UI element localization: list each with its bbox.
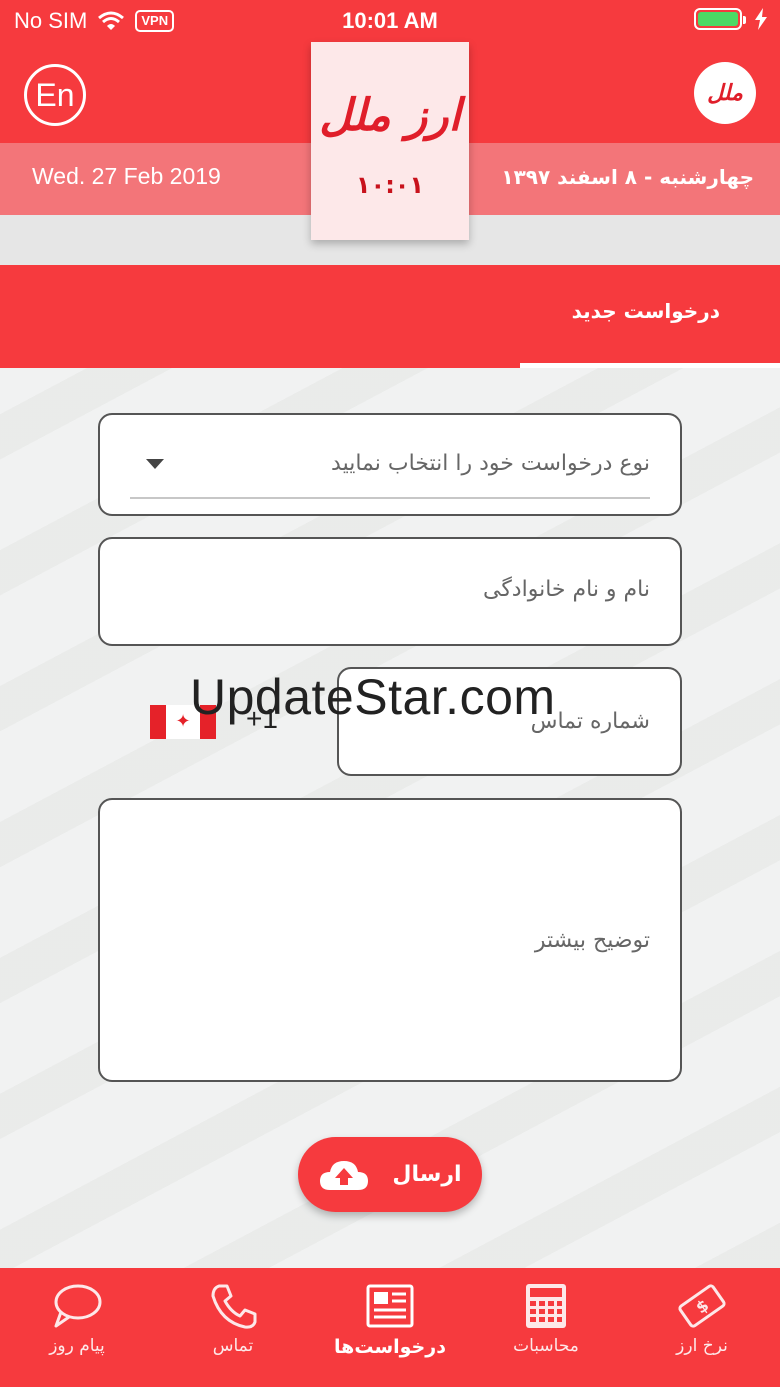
logo-clock: ۱۰:۰۱ [355,171,425,199]
brand-logo-badge: ملل [694,62,756,124]
description-placeholder: توضیح بیشتر [534,928,650,953]
nav-item-contact[interactable]: تماس [168,1282,298,1382]
full-name-input[interactable]: نام و نام خانوادگی [98,537,682,646]
brand-logo-card: ارز ملل ۱۰:۰۱ [311,42,469,240]
nav-label-requests: درخواست‌ها [334,1336,446,1358]
request-type-placeholder: نوع درخواست خود را انتخاب نمایید [331,451,650,476]
tab-new-request-label: درخواست جدید [571,299,720,323]
nav-item-requests[interactable]: درخواست‌ها [325,1282,455,1382]
nav-label-calculations: محاسبات [513,1336,579,1356]
document-icon [366,1284,414,1328]
gregorian-date: Wed. 27 Feb 2019 [32,163,221,189]
nav-item-daily-message[interactable]: پیام روز [12,1282,142,1382]
nav-item-calculations[interactable]: محاسبات [481,1282,611,1382]
nav-label-exchange-rates: نرخ ارز [676,1336,728,1356]
request-form-area: نوع درخواست خود را انتخاب نمایید نام و ن… [0,368,780,1268]
language-toggle-button[interactable]: En [24,64,86,126]
cloud-upload-icon [320,1160,369,1190]
brand-logo-text: ارز ملل [319,90,461,141]
currency-note-icon: $ [678,1284,726,1328]
nav-label-contact: تماس [212,1336,254,1356]
calculator-icon [526,1284,566,1328]
status-time: 10:01 AM [342,8,438,33]
tab-new-request[interactable]: درخواست جدید [520,265,780,368]
bottom-navigation: پیام روز تماس درخواست‌ها محاسبات [0,1268,780,1387]
charging-bolt-icon [755,8,767,30]
phone-icon [211,1284,257,1329]
status-right [694,8,768,30]
chat-bubble-icon [54,1284,102,1328]
persian-date: چهارشنبه - ۸ اسفند ۱۳۹۷ [501,165,754,189]
submit-button-label: ارسال [392,1162,462,1187]
select-underline [130,497,650,499]
description-textarea[interactable]: توضیح بیشتر [98,798,682,1082]
battery-icon [694,8,746,30]
watermark-text: UpdateStar.com [190,669,556,725]
submit-button[interactable]: ارسال [298,1137,482,1212]
full-name-placeholder: نام و نام خانوادگی [482,577,650,602]
chevron-down-icon[interactable] [146,459,164,469]
tab-bar: درخواست جدید [0,265,780,368]
request-type-select[interactable]: نوع درخواست خود را انتخاب نمایید [98,413,682,516]
nav-label-daily-message: پیام روز [49,1336,105,1356]
status-bar: No SIM VPN 10:01 AM [0,0,780,44]
nav-item-exchange-rates[interactable]: $ نرخ ارز [637,1282,767,1382]
